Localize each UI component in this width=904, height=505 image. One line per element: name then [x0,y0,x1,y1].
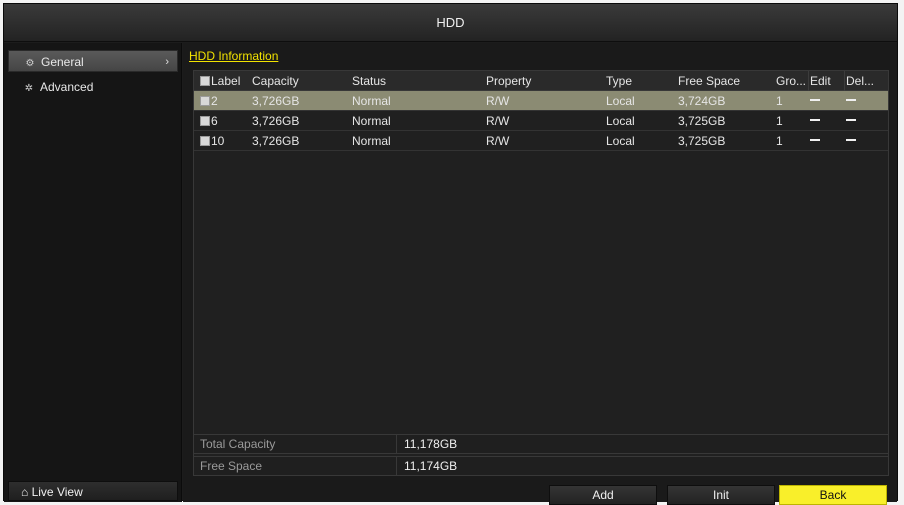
group-cell: 1 [776,114,783,128]
column-header-status[interactable]: Status [352,71,486,91]
free-space-cell: 3,724GB [678,94,726,108]
sidebar-item-label: Advanced [40,80,94,94]
delete-icon[interactable] [846,111,888,131]
live-view-label: Live View [31,485,83,499]
label-cell: 2 [211,94,218,108]
status-cell: Normal [352,94,391,108]
capacity-cell: 3,726GB [252,114,300,128]
add-button[interactable]: Add [549,485,657,505]
sidebar: ⚙ General › ✲ Advanced ⌂ Live View [4,43,182,502]
gear-icon: ⚙ [25,58,35,69]
column-divider [844,71,845,91]
summary-divider [396,457,397,475]
column-header-label[interactable]: Label [200,71,252,91]
row-checkbox[interactable] [200,96,210,106]
label-cell: 6 [211,114,218,128]
title-bar: HDD [4,4,897,42]
chevron-right-icon: › [165,56,169,68]
column-header-edit[interactable]: Edit [810,71,846,91]
wrench-icon: ✲ [24,83,34,94]
table-row[interactable]: 6 3,726GB Normal R/W Local 3,725GB 1 [194,111,888,131]
free-space-cell: 3,725GB [678,114,726,128]
edit-icon[interactable] [810,131,846,151]
tab-hdd-information[interactable]: HDD Information [189,49,278,63]
type-cell: Local [606,134,635,148]
column-header-property[interactable]: Property [486,71,606,91]
property-cell: R/W [486,94,510,108]
group-cell: 1 [776,134,783,148]
free-space-label: Free Space [200,459,263,473]
live-view-button[interactable]: ⌂ Live View [8,481,178,501]
hdd-table: Label Capacity Status Property Type Free… [193,70,889,466]
total-capacity-label: Total Capacity [200,437,276,451]
type-cell: Local [606,114,635,128]
column-divider [808,71,809,91]
delete-icon[interactable] [846,91,888,111]
column-header-delete[interactable]: Del... [846,71,888,91]
total-capacity-row: Total Capacity 11,178GB [193,434,889,454]
column-header-capacity[interactable]: Capacity [252,71,352,91]
sidebar-item-general[interactable]: ⚙ General › [8,50,178,72]
back-button[interactable]: Back [779,485,887,505]
total-capacity-value: 11,178GB [404,437,458,451]
hdd-window: HDD ⚙ General › ✲ Advanced ⌂ Live View HDD… [3,3,898,505]
free-space-cell: 3,725GB [678,134,726,148]
sidebar-item-advanced[interactable]: ✲ Advanced [8,76,178,98]
capacity-cell: 3,726GB [252,134,300,148]
free-space-value: 11,174GB [404,459,458,473]
group-cell: 1 [776,94,783,108]
row-checkbox[interactable] [200,116,210,126]
status-cell: Normal [352,114,391,128]
property-cell: R/W [486,134,510,148]
edit-icon[interactable] [810,111,846,131]
main-panel: HDD Information Label Capacity Status Pr… [183,43,897,505]
type-cell: Local [606,94,635,108]
table-row[interactable]: 10 3,726GB Normal R/W Local 3,725GB 1 [194,131,888,151]
select-all-checkbox[interactable] [200,76,210,86]
label-cell: 10 [211,134,225,148]
table-row[interactable]: 2 3,726GB Normal R/W Local 3,724GB 1 [194,91,888,111]
edit-icon[interactable] [810,91,846,111]
summary-divider [396,435,397,453]
sidebar-item-label: General [41,55,84,69]
status-cell: Normal [352,134,391,148]
delete-icon[interactable] [846,131,888,151]
init-button[interactable]: Init [667,485,775,505]
capacity-cell: 3,726GB [252,94,300,108]
column-header-free-space[interactable]: Free Space [678,71,776,91]
column-header-group[interactable]: Gro... [776,71,810,91]
column-header-type[interactable]: Type [606,71,678,91]
row-checkbox[interactable] [200,136,210,146]
table-header: Label Capacity Status Property Type Free… [194,71,888,91]
free-space-row: Free Space 11,174GB [193,456,889,476]
window-title: HDD [436,15,465,30]
home-icon: ⌂ [21,485,29,499]
property-cell: R/W [486,114,510,128]
